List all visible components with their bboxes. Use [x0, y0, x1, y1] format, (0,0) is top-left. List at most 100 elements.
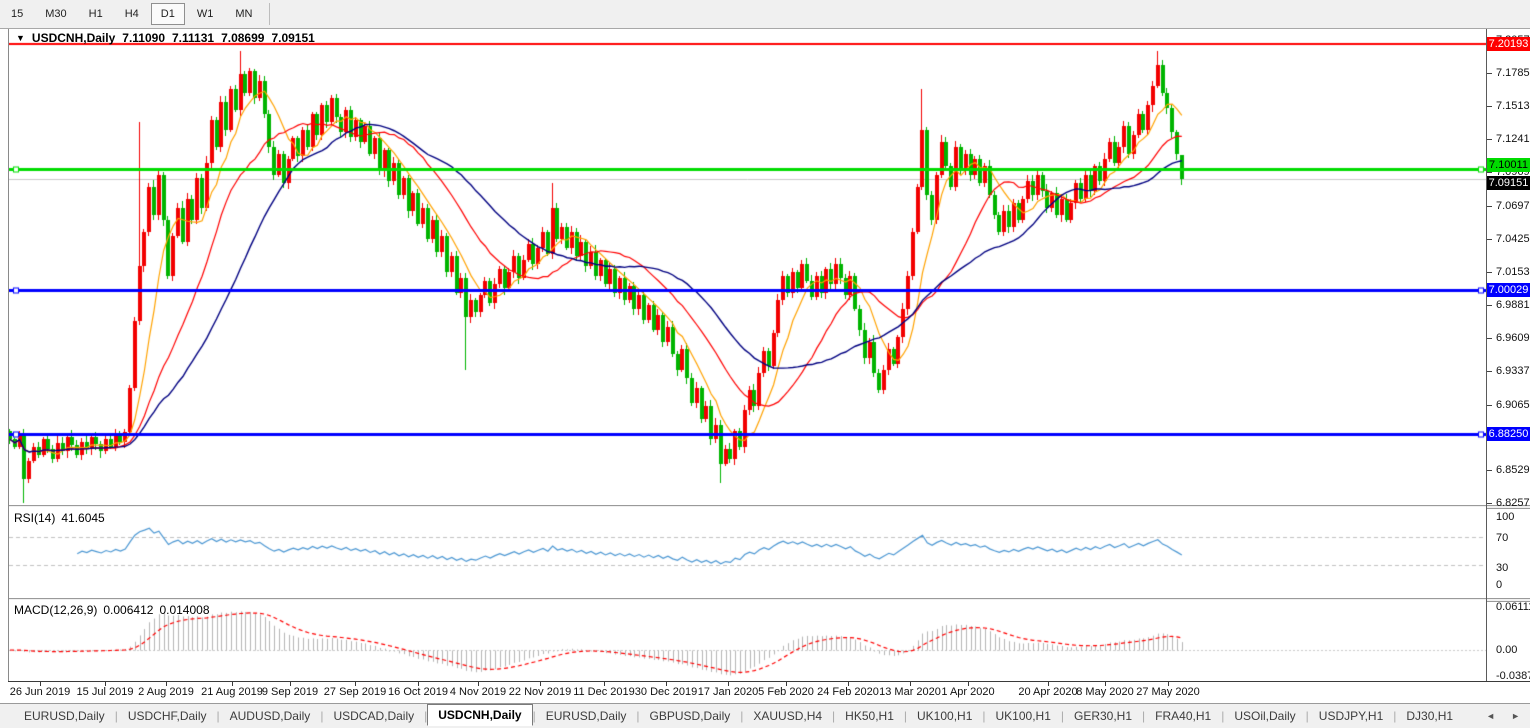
price-tick-mark — [1487, 106, 1492, 107]
price-tick-mark — [1487, 172, 1492, 173]
rsi-axis-label: 0 — [1496, 579, 1502, 591]
price-tick-label: 6.98810 — [1496, 299, 1530, 311]
chart-tab-hk50-h1[interactable]: HK50,H1 — [835, 706, 904, 726]
chart-tab-usoil-daily[interactable]: USOil,Daily — [1224, 706, 1305, 726]
price-tick-mark — [1487, 503, 1492, 504]
ohlc-high: 7.11131 — [172, 31, 214, 45]
chart-tab-usdcnh-daily[interactable]: USDCNH,Daily — [427, 704, 532, 726]
timeframe-button-m30[interactable]: M30 — [35, 3, 76, 25]
chart-tab-eurusd-daily[interactable]: EURUSD,Daily — [536, 706, 637, 726]
chart-ohlc-title: ▼ USDCNH,Daily 7.11090 7.11131 7.08699 7… — [16, 31, 315, 45]
chart-symbol: USDCNH,Daily — [32, 31, 115, 45]
price-tick-label: 6.85290 — [1496, 464, 1530, 476]
chart-tab-fra40-h1[interactable]: FRA40,H1 — [1145, 706, 1221, 726]
date-tick-label: 27 May 2020 — [1136, 686, 1200, 698]
price-tick-label: 6.90650 — [1496, 399, 1530, 411]
price-tick-mark — [1487, 371, 1492, 372]
date-tick-mark — [848, 682, 849, 686]
price-tick-mark — [1487, 405, 1492, 406]
rsi-label: RSI(14) 41.6045 — [14, 511, 105, 525]
chart-tab-uk100-h1[interactable]: UK100,H1 — [907, 706, 982, 726]
tab-scroll-right-icon[interactable]: ► — [1511, 711, 1520, 721]
date-tick-mark — [105, 682, 106, 686]
chart-tab-uk100-h1[interactable]: UK100,H1 — [986, 706, 1061, 726]
timeframe-button-mn[interactable]: MN — [225, 3, 262, 25]
timeframe-button-d1[interactable]: D1 — [151, 3, 185, 25]
price-tick-mark — [1487, 139, 1492, 140]
chart-tab-bar: EURUSD,Daily|USDCHF,Daily|AUDUSD,Daily|U… — [0, 703, 1530, 728]
time-axis[interactable]: 26 Jun 2019 15 Jul 2019 2 Aug 2019 21 Aug 2… — [0, 682, 1530, 703]
chart-tab-usdjpy-h1[interactable]: USDJPY,H1 — [1309, 706, 1393, 726]
price-tick-label: 7.04250 — [1496, 233, 1530, 245]
price-tick-mark — [1487, 470, 1492, 471]
symbol-dropdown-icon[interactable]: ▼ — [16, 33, 25, 43]
date-tick-mark — [166, 682, 167, 686]
date-tick-label: 22 Nov 2019 — [509, 686, 571, 698]
date-tick-mark — [540, 682, 541, 686]
chart-tab-usdcad-daily[interactable]: USDCAD,Daily — [323, 706, 424, 726]
rsi-indicator-canvas[interactable] — [9, 507, 1486, 598]
date-tick-mark — [1048, 682, 1049, 686]
date-tick-mark — [355, 682, 356, 686]
chart-tab-dj30-h1[interactable]: DJ30,H1 — [1396, 706, 1463, 726]
price-tick-mark — [1487, 239, 1492, 240]
date-tick-mark — [418, 682, 419, 686]
date-tick-label: 11 Dec 2019 — [573, 686, 635, 698]
date-tick-label: 17 Jan 2020 — [698, 686, 759, 698]
date-tick-label: 24 Feb 2020 — [817, 686, 879, 698]
price-tick-label: 6.82570 — [1496, 497, 1530, 509]
price-axis-separator — [1486, 29, 1487, 681]
price-chart-canvas[interactable] — [9, 29, 1486, 505]
rsi-name: RSI(14) — [14, 511, 55, 525]
rsi-axis-label: 70 — [1496, 532, 1508, 544]
date-tick-label: 20 Apr 2020 — [1018, 686, 1077, 698]
timeframe-button-h1[interactable]: H1 — [79, 3, 113, 25]
date-tick-mark — [1168, 682, 1169, 686]
ohlc-close: 7.09151 — [271, 31, 314, 45]
ohlc-low: 7.08699 — [221, 31, 264, 45]
price-tick-mark — [1487, 338, 1492, 339]
timeframe-button-h4[interactable]: H4 — [115, 3, 149, 25]
date-tick-label: 26 Jun 2019 — [10, 686, 71, 698]
price-level-badge: 7.00029 — [1487, 283, 1530, 297]
date-tick-mark — [604, 682, 605, 686]
date-tick-label: 4 Nov 2019 — [450, 686, 506, 698]
date-tick-label: 9 Sep 2019 — [262, 686, 318, 698]
date-tick-label: 15 Jul 2019 — [77, 686, 134, 698]
timeframe-button-15[interactable]: 15 — [1, 3, 33, 25]
chart-left-border — [8, 29, 9, 681]
date-tick-mark — [968, 682, 969, 686]
price-tick-label: 7.12410 — [1496, 133, 1530, 145]
chart-tab-usdchf-daily[interactable]: USDCHF,Daily — [118, 706, 217, 726]
date-tick-mark — [910, 682, 911, 686]
price-tick-label: 7.17850 — [1496, 67, 1530, 79]
price-level-badge: 6.88250 — [1487, 427, 1530, 441]
chart-tab-ger30-h1[interactable]: GER30,H1 — [1064, 706, 1142, 726]
date-tick-label: 1 Apr 2020 — [941, 686, 994, 698]
macd-value: 0.006412 — [103, 603, 153, 617]
chart-tab-xauusd-h4[interactable]: XAUUSD,H4 — [743, 706, 832, 726]
chart-tab-eurusd-daily[interactable]: EURUSD,Daily — [14, 706, 115, 726]
price-level-badge: 7.09151 — [1487, 176, 1530, 190]
price-tick-mark — [1487, 272, 1492, 273]
rsi-value: 41.6045 — [61, 511, 104, 525]
timeframe-toolbar: 15M30H1H4D1W1MN — [0, 0, 1530, 29]
chart-tab-gbpusd-daily[interactable]: GBPUSD,Daily — [640, 706, 741, 726]
price-tick-label: 7.01530 — [1496, 266, 1530, 278]
macd-axis-label: 0.00 — [1496, 644, 1517, 656]
date-tick-mark — [478, 682, 479, 686]
date-tick-label: 21 Aug 2019 — [201, 686, 263, 698]
macd-indicator-canvas[interactable] — [9, 600, 1486, 681]
date-tick-mark — [40, 682, 41, 686]
date-tick-label: 2 Aug 2019 — [138, 686, 194, 698]
macd-label: MACD(12,26,9) 0.006412 0.014008 — [14, 603, 210, 617]
price-level-badge: 7.20193 — [1487, 37, 1530, 51]
date-tick-label: 27 Sep 2019 — [324, 686, 386, 698]
date-tick-label: 16 Oct 2019 — [388, 686, 448, 698]
timeframe-button-w1[interactable]: W1 — [187, 3, 224, 25]
tab-scroll-left-icon[interactable]: ◄ — [1486, 711, 1495, 721]
date-tick-mark — [290, 682, 291, 686]
price-tick-mark — [1487, 73, 1492, 74]
date-tick-mark — [1105, 682, 1106, 686]
chart-tab-audusd-daily[interactable]: AUDUSD,Daily — [220, 706, 321, 726]
